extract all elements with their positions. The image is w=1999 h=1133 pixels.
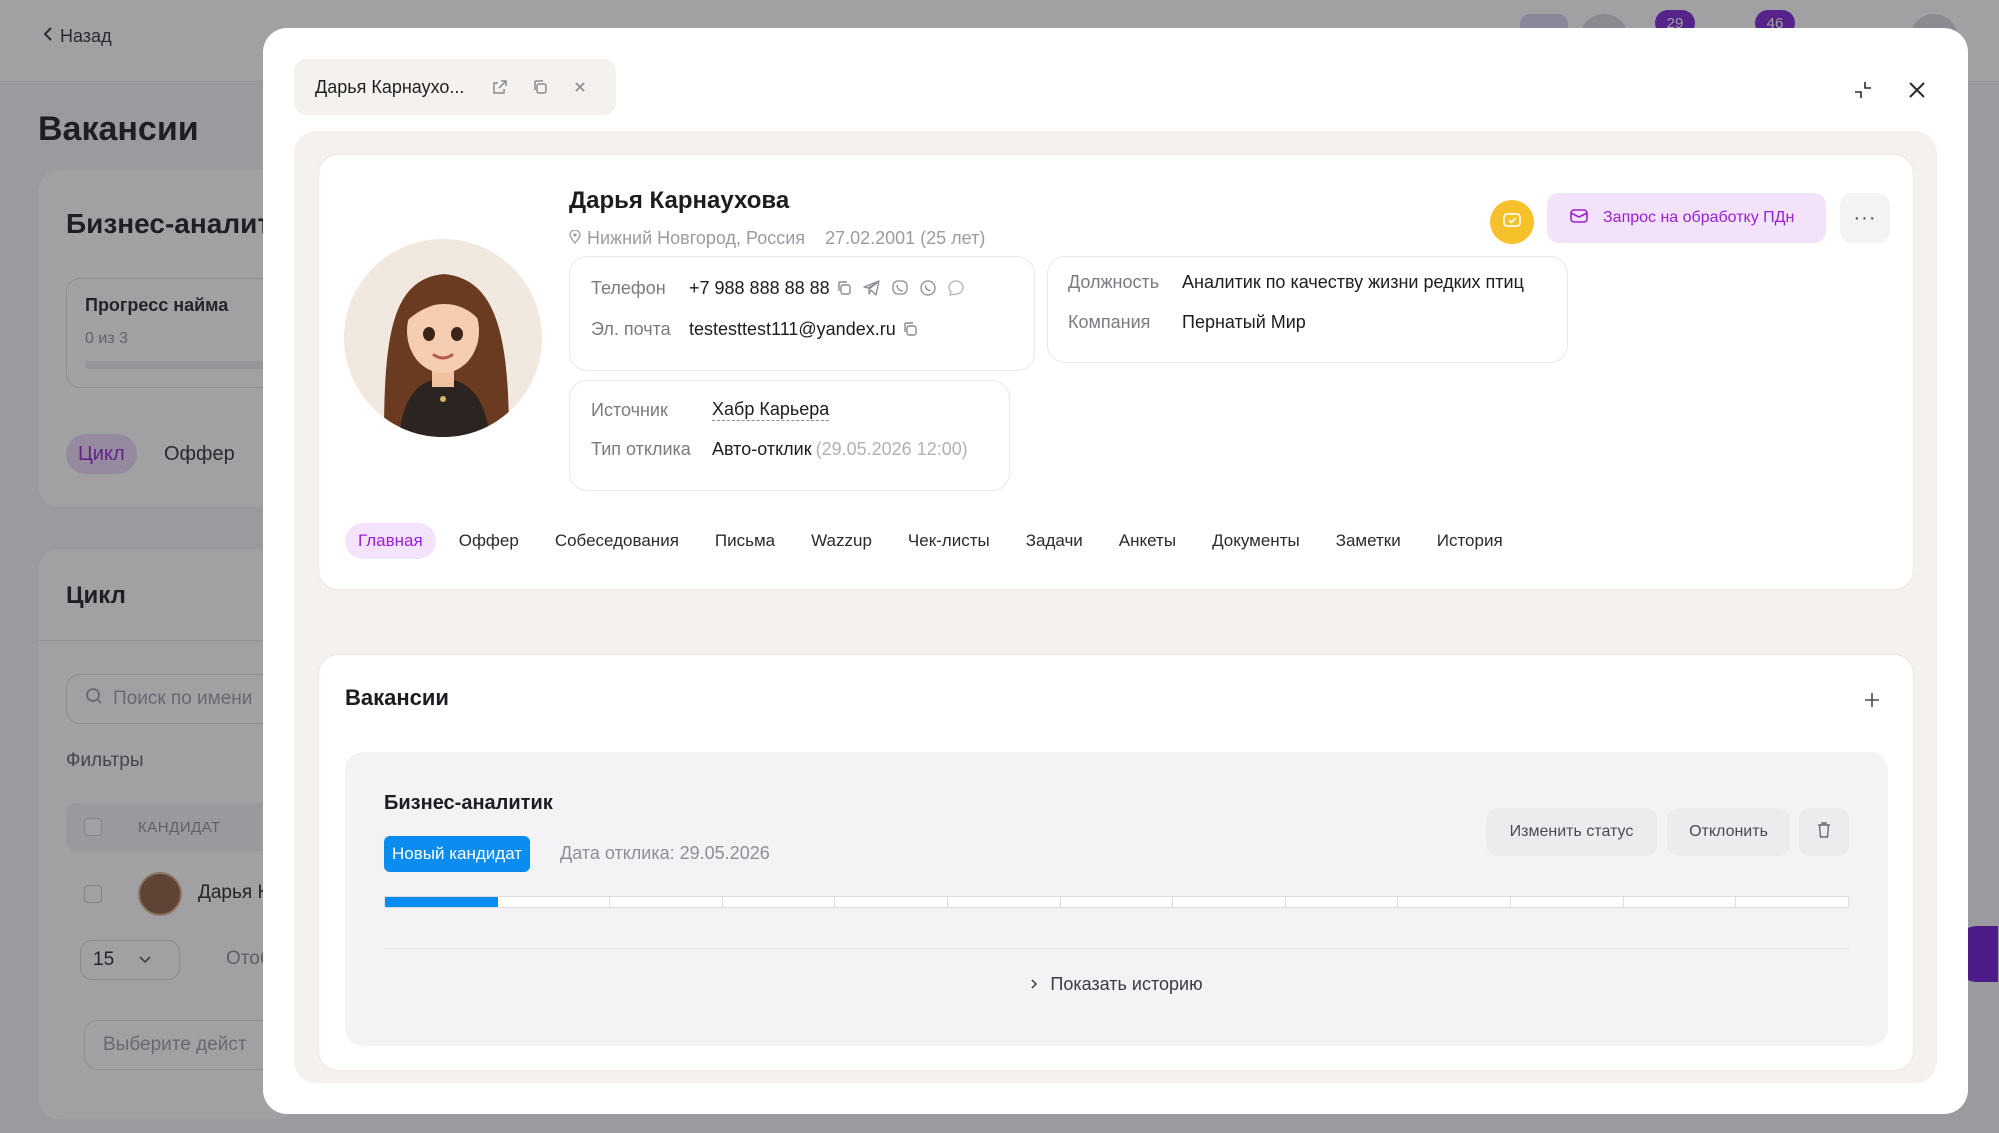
plus-icon[interactable] (1857, 685, 1887, 715)
progress-segment (723, 897, 836, 907)
whatsapp-icon[interactable] (914, 274, 942, 302)
trash-icon (1816, 821, 1832, 844)
location-pin-icon (569, 228, 581, 249)
progress-segment (1624, 897, 1737, 907)
position-value: Аналитик по качеству жизни редких птиц (1182, 272, 1524, 292)
show-history-label: Показать историю (1050, 974, 1203, 994)
company-value: Пернатый Мир (1182, 312, 1306, 332)
progress-segment (1398, 897, 1512, 907)
tab-letters[interactable]: Письма (702, 523, 788, 559)
external-link-icon[interactable] (480, 67, 520, 107)
position-label: Должность (1068, 272, 1160, 292)
change-status-button[interactable]: Изменить статус (1486, 808, 1657, 856)
vacancies-title: Вакансии (345, 685, 449, 710)
tab-questionnaires[interactable]: Анкеты (1106, 523, 1189, 559)
response-date: Дата отклика: 29.05.2026 (560, 843, 770, 863)
candidate-name: Дарья Карнаухова (569, 187, 790, 214)
vacancy-item-title[interactable]: Бизнес-аналитик (384, 792, 553, 815)
tab-history[interactable]: История (1424, 523, 1516, 559)
source-value[interactable]: Хабр Карьера (712, 399, 830, 421)
more-button[interactable]: ··· (1840, 193, 1890, 243)
stage-progress-bar (384, 896, 1849, 908)
tab-interviews[interactable]: Собеседования (542, 523, 692, 559)
response-time: (29.05.2026 12:00) (815, 439, 968, 459)
company-row: Компания Пернатый Мир (1068, 312, 1306, 333)
divider (384, 948, 1849, 949)
chevron-right-icon (1030, 974, 1038, 995)
pdn-request-label: Запрос на обработку ПДн (1603, 209, 1795, 226)
reject-button[interactable]: Отклонить (1667, 808, 1790, 856)
tab-checklists[interactable]: Чек-листы (895, 523, 1003, 559)
candidate-modal: Дарья Карнаухо... Дарья Карнаухова Нижни… (263, 28, 1968, 1114)
vacancies-card: Вакансии Бизнес-аналитик Новый кандидат … (318, 654, 1914, 1071)
copy-icon[interactable] (830, 274, 858, 302)
job-box: Должность Аналитик по качеству жизни ред… (1047, 256, 1568, 363)
candidate-birth: 27.02.2001 (25 лет) (825, 228, 986, 248)
candidate-location: Нижний Новгород, Россия (587, 228, 806, 248)
email-value[interactable]: testesttest111@yandex.ru (689, 319, 896, 340)
mail-check-icon (1569, 207, 1589, 230)
progress-segment (835, 897, 949, 907)
progress-segment (1061, 897, 1174, 907)
source-label: Источник (591, 399, 668, 420)
mail-check-button[interactable] (1490, 200, 1534, 244)
source-row: Источник Хабр Карьера (591, 399, 830, 421)
progress-segment (1511, 897, 1624, 907)
phone-label: Телефон (591, 277, 666, 298)
close-icon[interactable] (1899, 72, 1935, 108)
tab-main[interactable]: Главная (345, 523, 436, 559)
telegram-icon[interactable] (858, 274, 886, 302)
modal-content: Дарья Карнаухова Нижний Новгород, Россия… (294, 131, 1937, 1083)
progress-segment (948, 897, 1061, 907)
tab-offer[interactable]: Оффер (446, 523, 532, 559)
progress-segment (1173, 897, 1286, 907)
progress-segment (498, 897, 611, 907)
vacancy-item: Бизнес-аналитик Новый кандидат Дата откл… (345, 752, 1888, 1046)
position-row: Должность Аналитик по качеству жизни ред… (1068, 272, 1524, 293)
copy-icon[interactable] (520, 67, 560, 107)
tab-wazzup[interactable]: Wazzup (798, 523, 885, 559)
tab-candidate-name: Дарья Карнаухо... (315, 76, 465, 97)
close-icon[interactable] (560, 67, 600, 107)
progress-segment (610, 897, 723, 907)
progress-segment (1286, 897, 1399, 907)
avatar (344, 239, 542, 437)
delete-button[interactable] (1799, 808, 1849, 856)
phone-row: Телефон +7 988 888 88 88 (591, 274, 970, 302)
profile-card: Дарья Карнаухова Нижний Новгород, Россия… (318, 154, 1914, 590)
chat-icon[interactable] (942, 274, 970, 302)
phone-value[interactable]: +7 988 888 88 88 (689, 278, 830, 299)
source-box: Источник Хабр Карьера Тип отклика Авто-о… (569, 380, 1010, 491)
collapse-icon[interactable] (1845, 72, 1881, 108)
email-label: Эл. почта (591, 318, 671, 339)
tab-tasks[interactable]: Задачи (1013, 523, 1096, 559)
email-row: Эл. почта testesttest111@yandex.ru (591, 315, 924, 343)
contacts-box: Телефон +7 988 888 88 88 Эл. почта teste… (569, 256, 1035, 371)
status-badge: Новый кандидат (384, 836, 531, 872)
copy-icon[interactable] (896, 315, 924, 343)
response-type-value: Авто-отклик (712, 439, 812, 459)
tab-documents[interactable]: Документы (1199, 523, 1313, 559)
candidate-meta: Нижний Новгород, Россия 27.02.2001 (25 л… (569, 228, 985, 249)
response-type-row: Тип отклика Авто-отклик (29.05.2026 12:0… (591, 439, 968, 460)
mail-check-icon (1502, 211, 1522, 234)
candidate-doc-tab[interactable]: Дарья Карнаухо... (294, 59, 616, 115)
tab-notes[interactable]: Заметки (1323, 523, 1414, 559)
viber-icon[interactable] (886, 274, 914, 302)
response-type-label: Тип отклика (591, 439, 691, 459)
candidate-tabs: Главная Оффер Собеседования Письма Wazzu… (345, 523, 1526, 559)
pdn-request-button[interactable]: Запрос на обработку ПДн (1547, 193, 1826, 243)
progress-segment (1736, 897, 1848, 907)
show-history-button[interactable]: Показать историю (345, 974, 1888, 995)
progress-segment (385, 897, 498, 907)
company-label: Компания (1068, 312, 1151, 332)
